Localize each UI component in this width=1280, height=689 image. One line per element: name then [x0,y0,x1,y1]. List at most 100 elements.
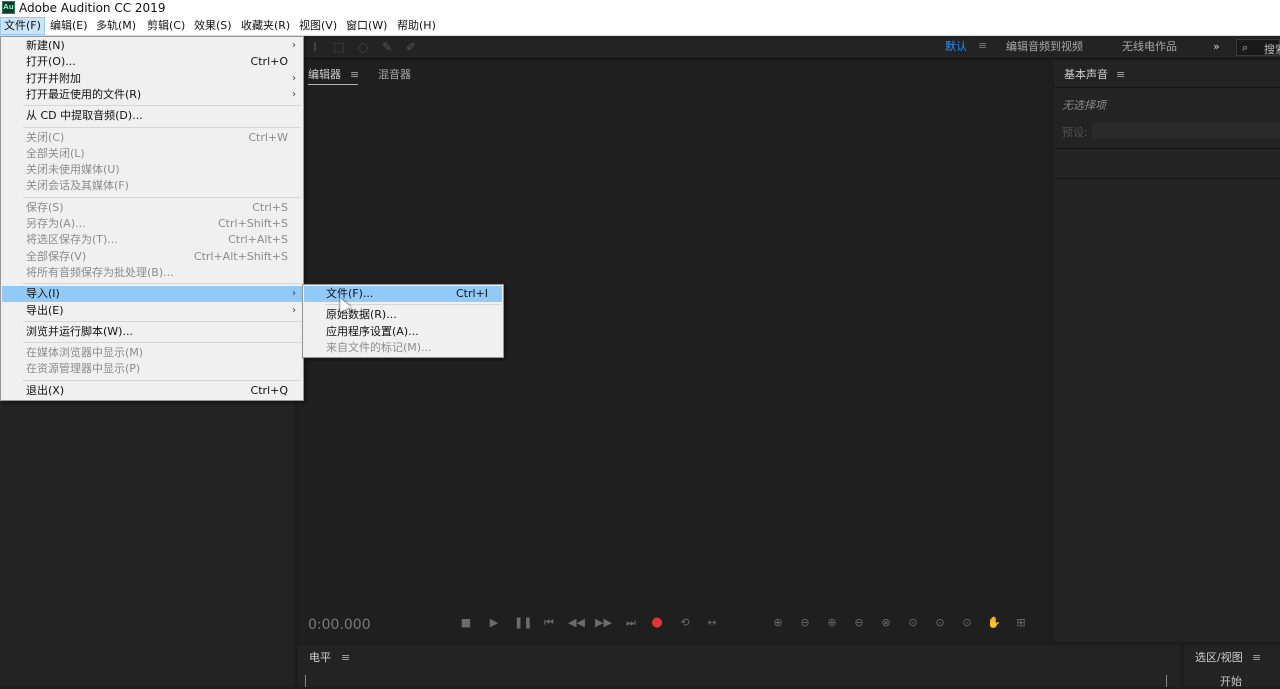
selection-view-menu-icon[interactable]: ≡ [1252,651,1261,664]
menu-item-label: 全部关闭(L) [26,146,85,160]
preset-dropdown[interactable] [1092,122,1280,139]
level-panel-title[interactable]: 电平 [309,651,331,665]
menu-help[interactable]: 帮助(H) [394,17,439,35]
menu-item-label: 将所有音频保存为批处理(B)... [26,265,174,279]
zoom-selection-icon[interactable]: ⊙ [959,615,975,631]
file-menu-item-19[interactable]: 导出(E) › [2,303,302,319]
move-to-previous-icon[interactable]: ⏮ [541,615,557,631]
essential-sound-title[interactable]: 基本声音 [1064,68,1108,82]
file-menu-item-21[interactable]: 浏览并运行脚本(W)... [2,324,302,340]
file-menu-item-14: 将选区保存为(T)... Ctrl+Alt+S [2,232,302,248]
file-menu-dropdown: 新建(N) › 打开(O)... Ctrl+O 打开并附加 › 打开最近使用的文件(R) › 从… [0,36,304,401]
menu-file[interactable]: 文件(F) [0,17,45,35]
level-panel: 电平 ≡ [298,645,1180,687]
import-menu-item-0[interactable]: 文件(F)... Ctrl+I [304,286,502,302]
menu-item-label: 新建(N) [26,39,65,52]
import-menu-item-2[interactable]: 原始数据(R)... [304,307,502,323]
menu-item-shortcut: Ctrl+O [250,55,288,69]
zoom-in-amplitude-icon[interactable]: ⊕ [770,615,786,631]
menu-separator [23,320,301,322]
lasso-tool-icon[interactable]: ◌ [356,40,370,54]
file-menu-item-3[interactable]: 打开最近使用的文件(R) › [2,87,302,103]
chevron-right-icon: › [292,72,296,84]
record-icon[interactable]: ● [649,615,665,631]
file-menu-item-10: 关闭会话及其媒体(F) [2,178,302,194]
menu-separator [23,342,301,344]
file-menu-item-5[interactable]: 从 CD 中提取音频(D)... [2,108,302,124]
menu-item-label: 导出(E) [26,303,64,317]
stop-icon[interactable]: ■ [458,615,474,631]
menu-edit[interactable]: 编辑(E) [47,17,91,35]
menu-item-label: 关闭(C) [26,130,65,144]
import-menu-item-3[interactable]: 应用程序设置(A)... [304,324,502,340]
menu-item-shortcut: Ctrl+Shift+S [218,217,288,230]
menu-item-label: 在媒体浏览器中显示(M) [26,346,144,360]
zoom-out-full-icon[interactable]: ⊗ [878,615,894,631]
time-selection-tool-icon[interactable]: I [308,40,322,54]
zoom-hand-icon[interactable]: ✋ [986,615,1002,631]
skip-selection-icon[interactable]: ↔ [704,615,720,631]
menu-item-label: 打开并附加 [26,71,81,85]
menu-separator [23,126,301,128]
zoom-out-time-icon[interactable]: ⊖ [851,615,867,631]
workspace-default[interactable]: 默认 [945,40,967,54]
menu-item-label: 应用程序设置(A)... [326,324,419,338]
play-icon[interactable]: ▶ [486,615,502,631]
file-menu-item-0[interactable]: 新建(N) › [2,38,302,54]
level-menu-icon[interactable]: ≡ [341,651,350,664]
menu-item-label: 关闭会话及其媒体(F) [26,179,129,193]
menu-item-label: 在资源管理器中显示(P) [26,362,141,376]
file-menu-item-24: 在资源管理器中显示(P) [2,361,302,377]
menu-favorites[interactable]: 收藏夹(R) [238,17,293,35]
loop-playback-icon[interactable]: ⟲ [677,615,693,631]
selection-view-panel: 选区/视图 ≡ 开始 [1184,645,1280,688]
move-to-next-icon[interactable]: ⏭ [623,615,639,631]
file-menu-item-18[interactable]: 导入(I) › [2,286,302,303]
fast-forward-icon[interactable]: ▶▶ [595,615,612,631]
divider [1054,148,1280,149]
tab-mixer[interactable]: 混音器 [378,68,411,82]
menu-multitrack[interactable]: 多轨(M) [93,17,139,35]
tab-editor[interactable]: 编辑器 [308,68,341,82]
workspace-radio-production[interactable]: 无线电作品 [1122,40,1177,54]
menu-view[interactable]: 视图(V) [296,17,340,35]
zoom-out-point-icon[interactable]: ⊙ [932,615,948,631]
file-menu-item-1[interactable]: 打开(O)... Ctrl+O [2,54,302,70]
selection-view-title[interactable]: 选区/视图 [1195,651,1243,665]
menu-item-label: 打开最近使用的文件(R) [26,87,142,101]
menu-item-shortcut: Ctrl+S [252,200,288,214]
file-menu-item-13: 另存为(A)... Ctrl+Shift+S [2,216,302,232]
level-meter-tick [1166,675,1167,687]
rewind-icon[interactable]: ◀◀ [568,615,585,631]
workspace-edit-audio-to-video[interactable]: 编辑音频到视频 [1006,40,1083,54]
app-logo-icon: Au [2,1,15,14]
editor-menu-icon[interactable]: ≡ [350,68,359,81]
time-display: 0:00.000 [308,617,371,633]
pause-icon[interactable]: ❚❚ [514,615,532,631]
marquee-tool-icon[interactable]: ⬚ [332,40,346,54]
brush-tool-icon[interactable]: ✎ [380,40,394,54]
menu-bar: 文件(F) 编辑(E) 多轨(M) 剪辑(C) 效果(S) 收藏夹(R) 视图(… [0,17,1280,36]
workspace-menu-icon[interactable]: ≡ [978,39,987,52]
chevron-right-icon: › [292,304,296,316]
level-meter-tick [305,675,306,687]
spot-healing-tool-icon[interactable]: ✐ [404,40,418,54]
file-menu-item-2[interactable]: 打开并附加 › [2,71,302,87]
workspace-more-icon[interactable]: » [1213,40,1220,54]
file-menu-item-15: 全部保存(V) Ctrl+Alt+Shift+S [2,249,302,265]
menu-item-label: 将选区保存为(T)... [26,233,118,247]
menu-item-label: 从 CD 中提取音频(D)... [26,109,143,123]
tab-editor-underline [308,84,358,85]
preset-label: 预设: [1062,126,1088,139]
zoom-in-point-icon[interactable]: ⊙ [905,615,921,631]
menu-clip[interactable]: 剪辑(C) [144,17,188,35]
file-menu-item-26[interactable]: 退出(X) Ctrl+Q [2,383,302,399]
zoom-in-time-icon[interactable]: ⊕ [824,615,840,631]
zoom-fit-icon[interactable]: ⊞ [1013,615,1029,631]
menu-separator [325,304,501,306]
essential-sound-menu-icon[interactable]: ≡ [1116,68,1125,81]
menu-effects[interactable]: 效果(S) [191,17,235,35]
menu-window[interactable]: 窗口(W) [343,17,390,35]
zoom-out-amplitude-icon[interactable]: ⊖ [797,615,813,631]
search-box[interactable]: ⌕ 搜索 [1236,39,1280,56]
